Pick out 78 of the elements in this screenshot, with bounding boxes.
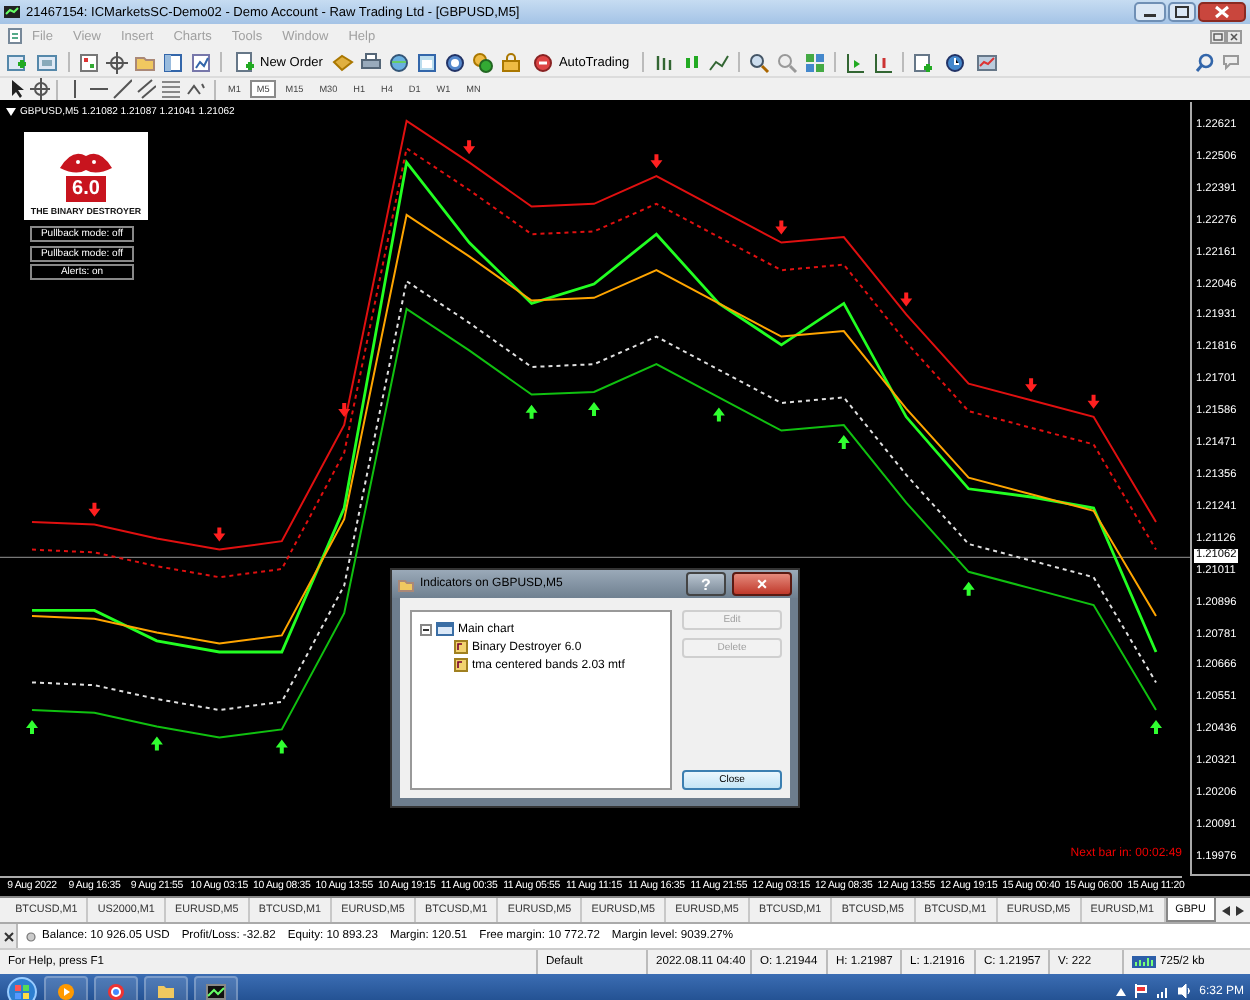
up-arrow-icon: [712, 407, 725, 422]
down-arrow-icon: [463, 140, 476, 155]
triangle-icon: [6, 108, 16, 116]
coins-icon[interactable]: [472, 51, 495, 73]
speaker-icon[interactable]: [1177, 984, 1192, 998]
printer-icon[interactable]: [360, 51, 383, 73]
down-arrow-icon: [900, 292, 913, 307]
market-watch-icon[interactable]: [78, 51, 100, 73]
close-icon[interactable]: [3, 931, 13, 941]
down-arrow-icon: [213, 527, 226, 542]
down-arrow-icon: [650, 154, 663, 169]
up-arrow-icon: [275, 739, 288, 754]
cursor-icon[interactable]: [6, 78, 26, 100]
template-icon[interactable]: [975, 51, 1002, 73]
scroll-left-icon[interactable]: [1221, 905, 1230, 915]
up-arrow-icon: [150, 736, 163, 751]
down-arrow-icon: [1087, 394, 1100, 409]
close-icon[interactable]: [1198, 2, 1246, 22]
terminal-icon[interactable]: [162, 51, 184, 73]
new-order-icon[interactable]: [234, 51, 256, 73]
search-icon[interactable]: [1194, 51, 1216, 73]
up-arrow-icon: [1150, 720, 1162, 734]
start-orb-icon[interactable]: [6, 975, 38, 1000]
connection-bars-icon: [1132, 956, 1156, 968]
up-arrow-icon: [26, 720, 38, 734]
taskbar-button[interactable]: [94, 975, 138, 1000]
line-chart-icon[interactable]: [707, 51, 730, 73]
logo-version: 6.0: [66, 176, 106, 202]
bar-chart-icon[interactable]: [651, 51, 674, 73]
indicator-icon: [454, 640, 468, 654]
down-arrow-icon: [338, 403, 351, 418]
window-icon[interactable]: [416, 51, 439, 73]
clock-icon[interactable]: [943, 51, 970, 73]
up-arrow-icon: [588, 401, 600, 416]
crosshair-icon[interactable]: [106, 51, 128, 73]
down-arrow-icon: [88, 502, 101, 517]
restore-icon[interactable]: [1210, 29, 1226, 43]
maximize-icon[interactable]: [1168, 2, 1196, 22]
chart-shift-icon[interactable]: [843, 51, 866, 73]
arrows-icon[interactable]: [184, 78, 208, 100]
channel-icon[interactable]: [136, 78, 156, 100]
signal-icon[interactable]: [1155, 984, 1170, 998]
robot-icon[interactable]: [532, 51, 555, 73]
tile-windows-icon[interactable]: [803, 51, 826, 73]
tester-icon[interactable]: [190, 51, 212, 73]
down-arrow-icon: [775, 220, 788, 235]
folder-icon: [156, 981, 176, 1000]
collapse-icon[interactable]: [420, 623, 432, 635]
document-icon: [8, 28, 22, 44]
globe-icon[interactable]: [388, 51, 411, 73]
coin-icon[interactable]: [444, 51, 467, 73]
chart-app-icon: [206, 981, 226, 1000]
chart-window-icon: [436, 622, 454, 636]
close-icon[interactable]: [1226, 29, 1242, 43]
flag-icon[interactable]: [1133, 984, 1148, 998]
minimize-icon[interactable]: [1134, 2, 1166, 22]
profiles-icon[interactable]: [36, 51, 60, 73]
coin-icon: [26, 931, 36, 941]
browser-icon: [106, 981, 126, 1000]
up-arrow-icon: [962, 581, 975, 596]
crosshair-icon[interactable]: [30, 78, 50, 100]
up-arrow-icon: [837, 435, 850, 450]
down-arrow-icon: [1025, 378, 1038, 393]
close-button[interactable]: ×: [732, 572, 792, 596]
up-arrow-icon: [525, 404, 538, 419]
trendline-icon[interactable]: [112, 78, 132, 100]
taskbar-button[interactable]: [194, 975, 238, 1000]
zoom-in-icon[interactable]: [747, 51, 770, 73]
caret-up-icon[interactable]: [1115, 987, 1126, 995]
folder-icon: [398, 577, 414, 591]
indicator-icon: [454, 658, 468, 672]
media-player-icon: [56, 981, 76, 1000]
indicators-icon[interactable]: [911, 51, 938, 73]
app-icon: [4, 4, 20, 20]
fibonacci-icon[interactable]: [160, 78, 180, 100]
scroll-right-icon[interactable]: [1235, 905, 1244, 915]
autoscroll-icon[interactable]: [871, 51, 894, 73]
lock-icon[interactable]: [500, 51, 523, 73]
